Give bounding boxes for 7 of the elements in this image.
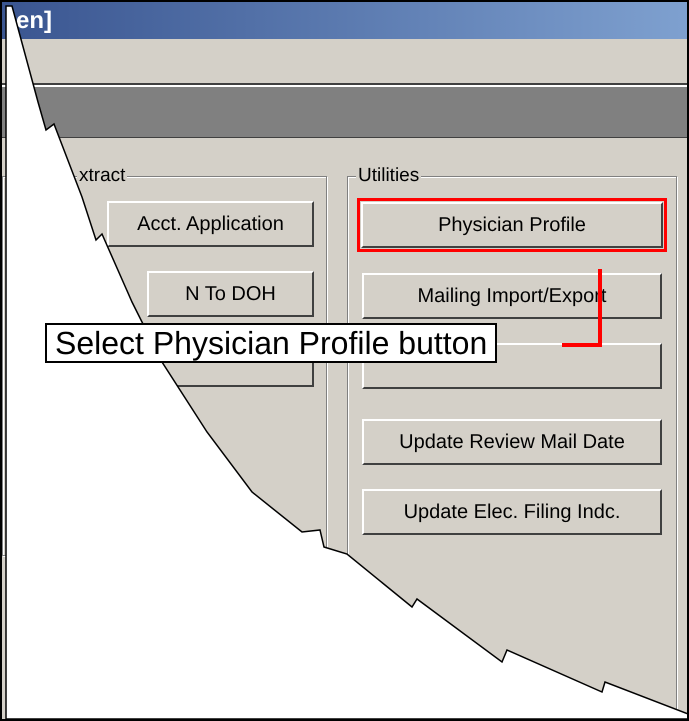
command-button[interactable]: N To DOH — [147, 271, 314, 317]
callout-tooltip: Select Physician Profile button — [45, 323, 498, 363]
command-button[interactable]: Update Review Mail Date — [362, 419, 662, 465]
command-button[interactable]: Acct. Application — [107, 201, 314, 247]
command-button[interactable]: Physician Profile — [361, 202, 663, 248]
window-title: en] — [16, 6, 52, 36]
command-button[interactable]: Update Elec. Filing Indc. — [362, 489, 662, 535]
